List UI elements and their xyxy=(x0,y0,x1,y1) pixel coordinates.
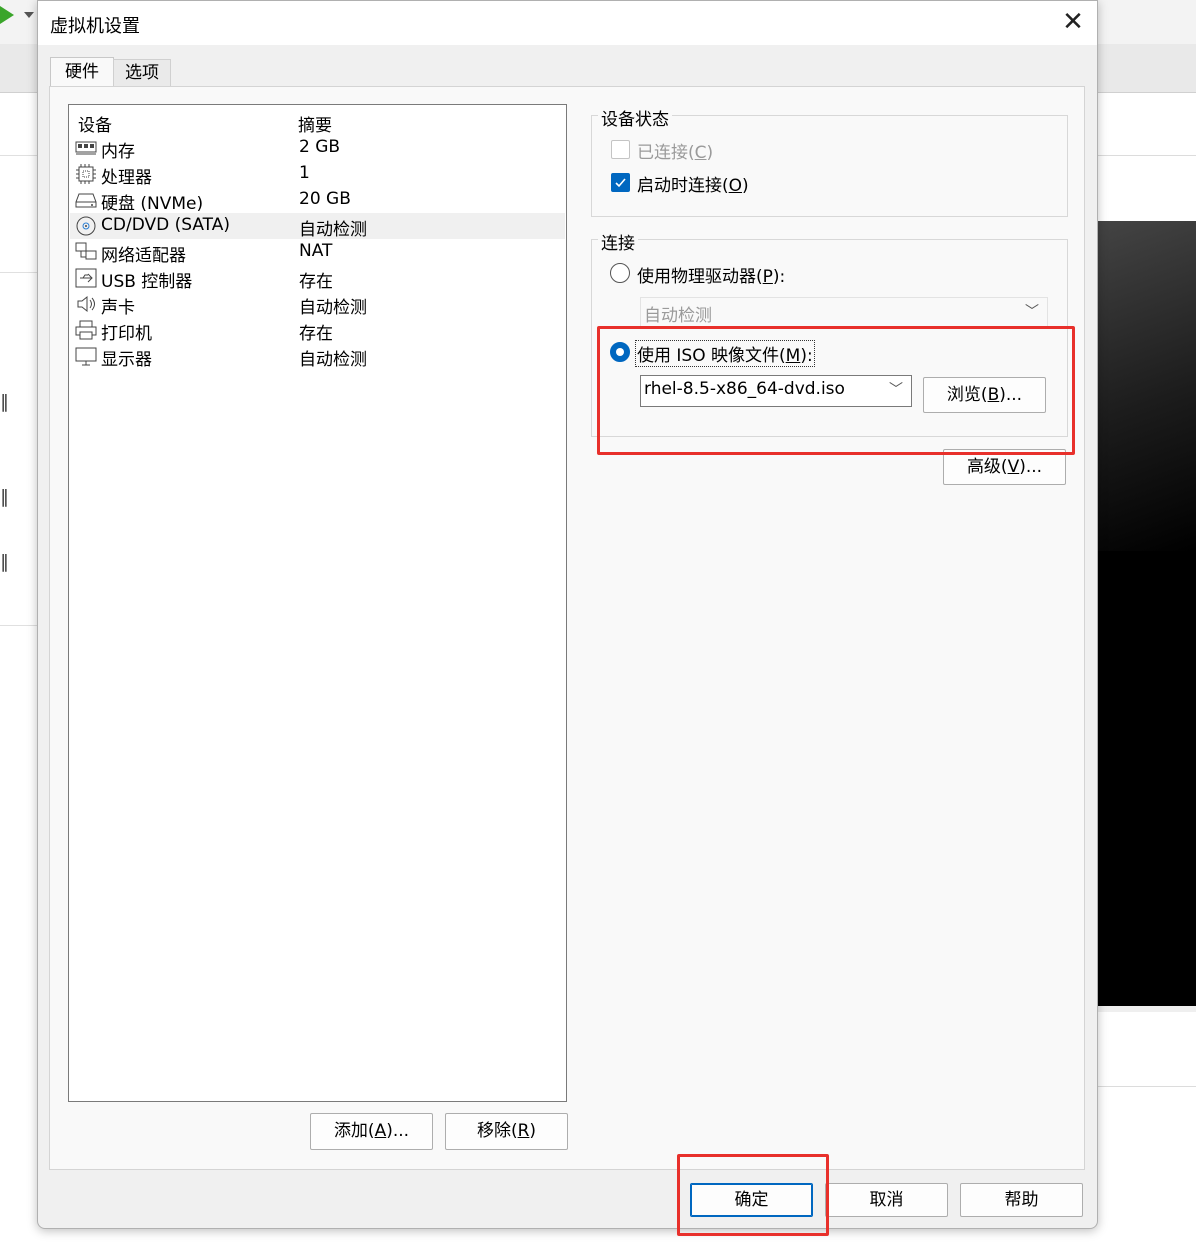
device-summary: 自动检测 xyxy=(299,350,367,370)
remove-device-button[interactable]: 移除(R) xyxy=(445,1113,568,1150)
device-name: 处理器 xyxy=(101,168,152,188)
device-summary: 自动检测 xyxy=(299,220,367,240)
connected-checkbox[interactable] xyxy=(611,140,630,159)
background-divider xyxy=(1097,1086,1196,1087)
iso-highlight-box xyxy=(597,326,1075,455)
device-row-memory[interactable]: 内存 2 GB xyxy=(70,135,565,162)
add-device-button[interactable]: 添加(A)... xyxy=(310,1113,433,1150)
check-icon xyxy=(615,178,626,188)
device-row-processor[interactable]: 处理器 1 xyxy=(70,161,565,188)
connect-at-power-on-label[interactable]: 启动时连接(O) xyxy=(637,171,749,196)
network-adapter-icon xyxy=(75,242,97,260)
device-name: 网络适配器 xyxy=(101,246,186,266)
device-name: 打印机 xyxy=(101,324,152,344)
chevron-down-icon: ﹀ xyxy=(1025,304,1039,320)
device-row-usb[interactable]: USB 控制器 存在 xyxy=(70,265,565,292)
background-divider xyxy=(1097,155,1196,156)
play-icon[interactable] xyxy=(0,6,14,24)
physical-drive-label[interactable]: 使用物理驱动器(P): xyxy=(637,262,785,287)
background-divider xyxy=(0,625,40,626)
device-status-label: 设备状态 xyxy=(598,105,672,130)
usb-icon xyxy=(75,268,97,288)
device-status-group xyxy=(591,115,1068,217)
device-row-cd-dvd[interactable]: CD/DVD (SATA) 自动检测 xyxy=(70,213,565,240)
tab-options[interactable]: 选项 xyxy=(113,59,171,88)
device-name: 显示器 xyxy=(101,350,152,370)
connected-label[interactable]: 已连接(C) xyxy=(637,138,713,163)
device-summary: 存在 xyxy=(299,324,333,344)
physical-drive-select[interactable]: 自动检测 ﹀ xyxy=(640,297,1048,328)
processor-icon xyxy=(76,164,96,184)
device-summary: NAT xyxy=(299,241,333,261)
dialog-title: 虚拟机设置 xyxy=(50,16,140,37)
connect-at-power-on-checkbox[interactable] xyxy=(611,173,630,192)
physical-drive-radio[interactable] xyxy=(610,263,630,283)
background-divider xyxy=(0,272,40,273)
device-row-hard-disk[interactable]: 硬盘 (NVMe) 20 GB xyxy=(70,187,565,214)
tab-hardware[interactable]: 硬件 xyxy=(50,57,114,88)
hard-disk-icon xyxy=(75,193,97,208)
display-icon xyxy=(75,347,97,366)
background-list-icon: ∥ xyxy=(0,552,9,573)
device-summary: 20 GB xyxy=(299,189,351,209)
vm-console-border xyxy=(1097,1006,1196,1012)
background-list-icon: ∥ xyxy=(0,392,9,413)
device-row-printer[interactable]: 打印机 存在 xyxy=(70,317,565,344)
device-name: CD/DVD (SATA) xyxy=(101,215,230,235)
device-row-network-adapter[interactable]: 网络适配器 NAT xyxy=(70,239,565,266)
background-list-icon: ∥ xyxy=(0,487,9,508)
device-row-display[interactable]: 显示器 自动检测 xyxy=(70,343,565,370)
device-summary: 2 GB xyxy=(299,137,341,157)
chevron-down-icon[interactable] xyxy=(24,12,34,18)
cancel-button[interactable]: 取消 xyxy=(825,1183,948,1217)
help-button[interactable]: 帮助 xyxy=(960,1183,1083,1217)
cd-dvd-icon xyxy=(76,216,96,236)
vm-console-highlight xyxy=(1097,221,1196,551)
device-summary: 自动检测 xyxy=(299,298,367,318)
device-name: 硬盘 (NVMe) xyxy=(101,194,204,214)
physical-drive-value: 自动检测 xyxy=(644,306,712,326)
device-row-sound[interactable]: 声卡 自动检测 xyxy=(70,291,565,318)
device-summary: 存在 xyxy=(299,272,333,292)
column-header-summary[interactable]: 摘要 xyxy=(298,111,332,136)
printer-icon xyxy=(75,320,97,340)
device-list[interactable]: 设备 摘要 内存 2 GB 处理器 1 硬盘 (NVMe) 20 GB CD/D… xyxy=(68,104,567,1102)
title-bar: 虚拟机设置 ✕ xyxy=(38,1,1097,45)
device-summary: 1 xyxy=(299,163,310,183)
device-name: 内存 xyxy=(101,142,135,162)
sound-icon xyxy=(77,295,95,313)
background-divider xyxy=(0,155,40,156)
vm-settings-dialog: 虚拟机设置 ✕ 硬件 选项 设备 摘要 内存 2 GB 处理器 1 硬盘 (NV… xyxy=(37,0,1098,1229)
connection-label: 连接 xyxy=(598,229,638,254)
close-icon[interactable]: ✕ xyxy=(1058,7,1088,37)
memory-icon xyxy=(75,141,97,155)
device-name: USB 控制器 xyxy=(101,272,193,292)
device-name: 声卡 xyxy=(101,298,135,318)
ok-highlight-box xyxy=(677,1154,829,1236)
column-header-device[interactable]: 设备 xyxy=(78,111,112,136)
